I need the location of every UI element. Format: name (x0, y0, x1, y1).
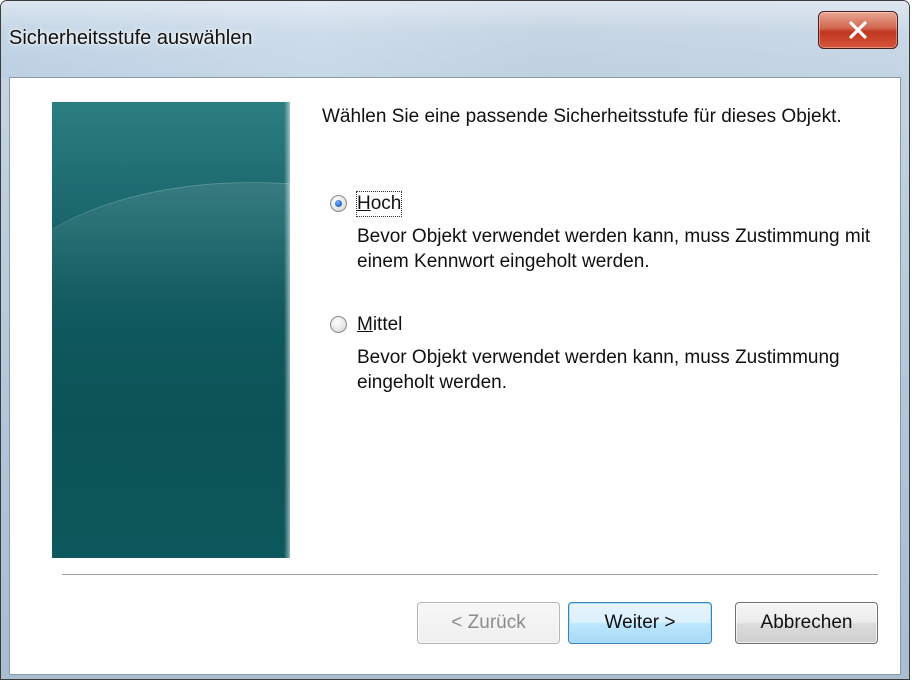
radio-medium[interactable] (330, 316, 347, 333)
wizard-banner-image (52, 102, 290, 558)
option-medium-mnemonic: M (357, 314, 373, 335)
separator (62, 574, 878, 576)
dialog-content: Wählen Sie eine passende Sicherheitsstuf… (9, 77, 901, 675)
option-medium-label-rest: ittel (372, 314, 403, 335)
next-button[interactable]: Weiter > (568, 602, 712, 644)
intro-text: Wählen Sie eine passende Sicherheitsstuf… (322, 106, 842, 127)
banner-highlight (52, 182, 290, 443)
close-x-icon (848, 21, 868, 39)
option-high-label[interactable]: Hoch (355, 191, 403, 217)
cancel-button[interactable]: Abbrechen (735, 602, 878, 644)
option-high-description: Bevor Objekt verwendet werden kann, muss… (357, 226, 871, 272)
close-button[interactable] (818, 11, 898, 49)
window-title: Sicherheitsstufe auswählen (9, 27, 253, 49)
option-high-mnemonic: H (357, 193, 371, 214)
option-medium-label[interactable]: Mittel (357, 313, 402, 337)
option-high-label-rest: och (370, 193, 402, 214)
banner-edge (284, 102, 290, 558)
title-bar[interactable]: Sicherheitsstufe auswählen (1, 1, 909, 79)
option-medium-description: Bevor Objekt verwendet werden kann, muss… (357, 347, 840, 393)
security-level-dialog: Sicherheitsstufe auswählen Wählen Sie ei… (0, 0, 910, 680)
back-button[interactable]: < Zurück (417, 602, 560, 644)
radio-high[interactable] (330, 195, 347, 212)
